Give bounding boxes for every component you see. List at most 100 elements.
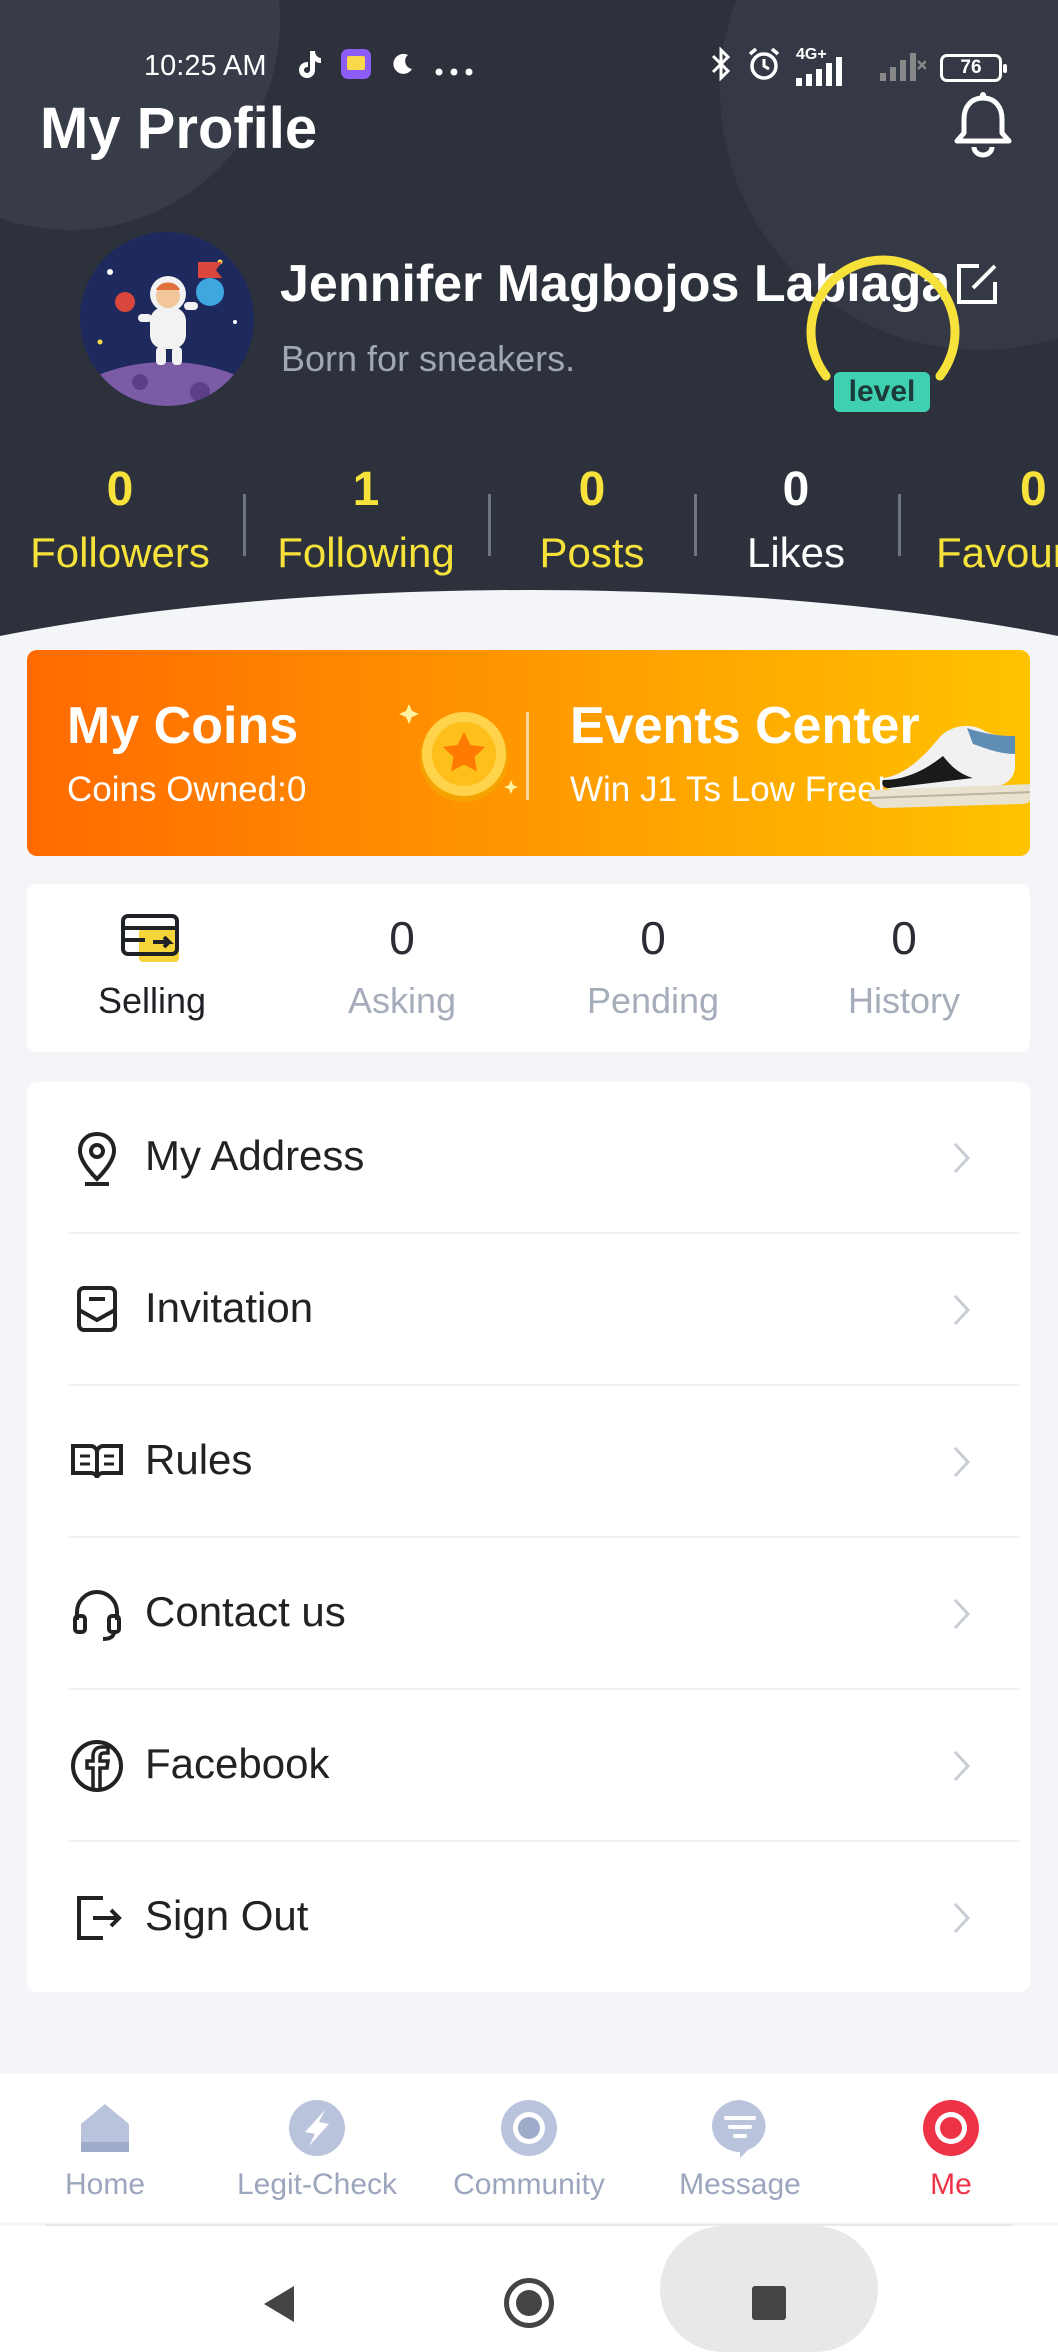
profile-bio: Born for sneakers. (281, 338, 576, 379)
bottom-navigation: Home Legit-Check Community Message Me (0, 2074, 1058, 2222)
stat-likes[interactable]: 0 Likes (716, 462, 876, 577)
tab-label: Asking (347, 980, 457, 1021)
nav-label: Home (64, 2168, 146, 2201)
tab-label: Selling (97, 980, 207, 1021)
status-time: 10:25 AM (144, 50, 267, 82)
stat-followers[interactable]: 0 Followers (20, 462, 220, 577)
message-icon (710, 2098, 770, 2158)
tab-count: 0 (389, 912, 415, 964)
tiktok-icon (296, 49, 322, 87)
tab-asking[interactable]: 0 Asking (277, 910, 527, 1022)
app-notification-icon (340, 48, 372, 88)
chevron-right-icon (951, 1900, 973, 1936)
nav-label: Me (930, 2168, 972, 2201)
sneaker-image (863, 708, 1030, 818)
nav-community[interactable]: Community (429, 2098, 629, 2202)
menu-item-facebook[interactable]: Facebook (69, 1690, 1019, 1842)
avatar[interactable] (80, 232, 254, 406)
menu-item-label: Invitation (145, 1284, 314, 1331)
home-icon (75, 2098, 135, 2158)
menu-item-label: My Address (145, 1132, 365, 1179)
stat-divider (243, 494, 246, 556)
home-button-icon[interactable] (504, 2278, 554, 2328)
nav-label: Community (453, 2168, 605, 2201)
nav-home[interactable]: Home (5, 2098, 205, 2202)
menu-item-label: Contact us (145, 1588, 346, 1635)
nav-label: Legit-Check (236, 2168, 398, 2201)
community-icon (499, 2098, 559, 2158)
tab-pending[interactable]: 0 Pending (528, 910, 778, 1022)
menu-item-label: Sign Out (145, 1892, 309, 1939)
location-pin-icon (69, 1130, 125, 1186)
chevron-right-icon (951, 1444, 973, 1480)
coins-owned: Coins Owned:0 (67, 770, 307, 809)
stat-divider (898, 494, 901, 556)
stat-count: 0 (782, 463, 810, 516)
nav-message[interactable]: Message (640, 2098, 840, 2202)
level-ring (788, 226, 978, 396)
sign-out-icon (69, 1890, 125, 1946)
menu-item-label: Rules (145, 1436, 253, 1483)
chevron-right-icon (951, 1596, 973, 1632)
menu-item-sign-out[interactable]: Sign Out (69, 1842, 1019, 1994)
envelope-icon (69, 1282, 125, 1338)
menu-item-invitation[interactable]: Invitation (69, 1234, 1019, 1386)
promo-divider (526, 712, 529, 800)
menu-item-label: Facebook (145, 1740, 330, 1787)
promo-banner: My Coins Coins Owned:0 Events Center Win… (27, 650, 1030, 856)
stat-favour[interactable]: 0 Favour (936, 462, 1058, 577)
stat-label: Favour (936, 529, 1058, 576)
tab-label: History (847, 980, 960, 1021)
facebook-icon (69, 1738, 125, 1794)
stat-posts[interactable]: 0 Posts (512, 462, 672, 577)
headset-icon (69, 1586, 125, 1642)
page-title: My Profile (40, 96, 318, 161)
battery-indicator: 76 (940, 54, 1007, 82)
coin-icon (399, 690, 529, 820)
status-bar: 10:25 AM 4G+ 76 (0, 40, 1058, 96)
edit-profile-icon[interactable] (955, 262, 999, 306)
nav-legit-check[interactable]: Legit-Check (217, 2098, 417, 2202)
stat-count: 0 (578, 463, 606, 516)
menu-item-my-address[interactable]: My Address (69, 1082, 1019, 1234)
tab-count: 0 (640, 912, 666, 964)
nav-me[interactable]: Me (851, 2098, 1051, 2202)
alarm-icon (746, 46, 782, 90)
stat-following[interactable]: 1 Following (266, 462, 466, 577)
more-dots-icon (434, 52, 474, 85)
menu-item-rules[interactable]: Rules (69, 1386, 1019, 1538)
stat-divider (694, 494, 697, 556)
chevron-right-icon (951, 1140, 973, 1176)
stat-divider (488, 494, 491, 556)
recent-apps-icon[interactable] (752, 2286, 786, 2320)
stat-label: Followers (30, 529, 210, 576)
system-navigation-bar (0, 2226, 1058, 2352)
settings-menu: My Address Invitation Rules Contact us F… (27, 1082, 1030, 1992)
chevron-right-icon (951, 1292, 973, 1328)
chevron-right-icon (951, 1748, 973, 1784)
legit-check-icon (287, 2098, 347, 2158)
level-badge[interactable]: level (834, 372, 930, 412)
notification-bell-icon[interactable] (952, 92, 1014, 158)
stat-count: 1 (352, 463, 380, 516)
events-subtitle: Win J1 Ts Low Free! (570, 770, 887, 809)
stat-label: Likes (746, 529, 846, 576)
tab-label: Pending (586, 980, 720, 1021)
network-type: 4G+ (796, 46, 827, 63)
back-icon[interactable] (262, 2284, 296, 2329)
selling-icon (117, 910, 187, 966)
me-icon (921, 2098, 981, 2158)
system-status-icons: 4G+ 76 (710, 46, 1007, 90)
stat-label: Following (277, 529, 455, 576)
tab-history[interactable]: 0 History (779, 910, 1029, 1022)
my-coins-title: My Coins (67, 697, 299, 755)
moon-icon (390, 51, 416, 85)
bluetooth-icon (710, 46, 732, 89)
signal-icon: 4G+ (796, 46, 866, 86)
orders-tabs: Selling 0 Asking 0 Pending 0 History (27, 884, 1030, 1052)
menu-item-contact-us[interactable]: Contact us (69, 1538, 1019, 1690)
tab-count: 0 (891, 912, 917, 964)
stat-count: 0 (1020, 463, 1047, 516)
stat-count: 0 (106, 463, 134, 516)
tab-selling[interactable]: Selling (27, 910, 277, 1022)
